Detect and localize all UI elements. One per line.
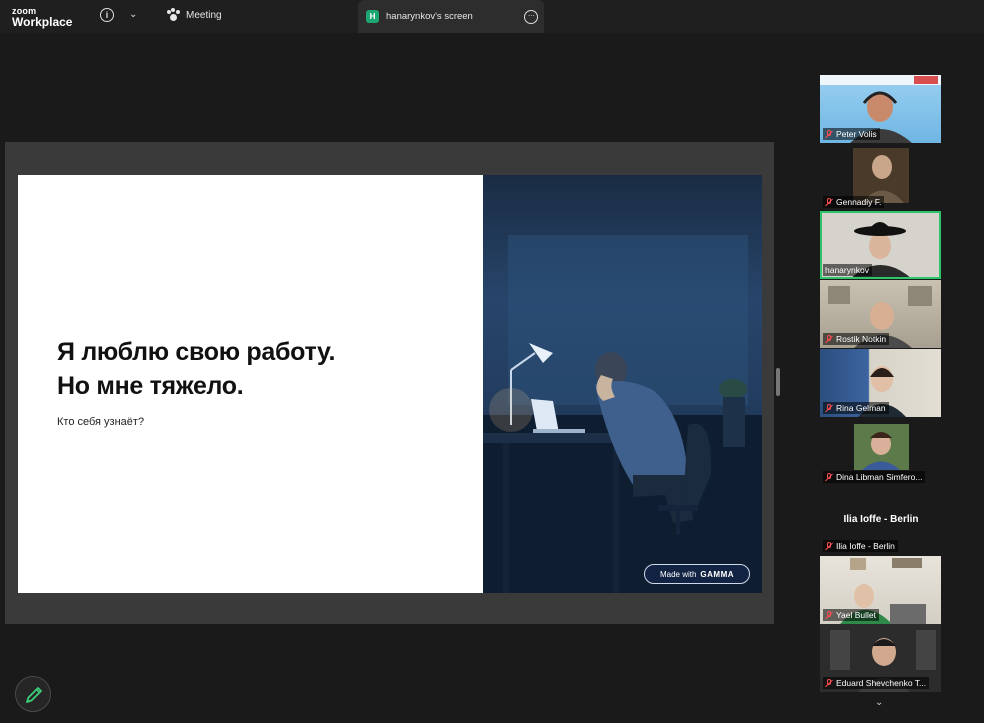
participant-name: Ilia Ioffe - Berlin [836,541,895,551]
chevron-down-icon[interactable]: ⌄ [875,697,883,708]
muted-mic-icon [825,129,833,139]
participant-tile[interactable]: Dina Libman Simfero... [820,418,941,486]
participant-name-tag: Ilia Ioffe - Berlin [823,540,898,552]
more-options-icon[interactable]: ··· [524,10,538,24]
muted-mic-icon [825,610,833,620]
meeting-tab[interactable]: Meeting [166,8,222,22]
presentation-slide: Я люблю свою работу. Но мне тяжело. Кто … [18,175,762,593]
top-bar: zoom Workplace i ⌄ Meeting H hanarynkov'… [0,0,984,33]
participant-name: Yael Bullet [836,610,877,620]
participant-name-tag: Peter Volis [823,128,880,140]
participant-name: Eduard Shevchenko T... [836,678,927,688]
participant-name-tag: hanarynkov [823,264,872,276]
participant-tile[interactable]: Peter Volis [820,75,941,143]
slide-text-block: Я люблю свою работу. Но мне тяжело. Кто … [57,335,335,428]
slide-headline: Я люблю свою работу. Но мне тяжело. [57,335,335,403]
muted-mic-icon [825,472,833,482]
zoom-workplace-logo: zoom Workplace [12,6,73,29]
participant-name: Rostik Notkin [836,334,887,344]
share-tab-label: hanarynkov's screen [386,11,473,22]
headline-line1: Я люблю свою работу. [57,338,336,366]
participant-tile[interactable]: Rina Gelman [820,349,941,417]
tired-worker-illustration [483,235,762,593]
participant-name: Gennadiy F. [836,197,882,207]
participant-tile[interactable]: Gennadiy F. [820,143,941,211]
muted-mic-icon [825,403,833,413]
participant-name-tag: Yael Bullet [823,609,880,621]
pencil-icon [26,687,42,703]
muted-mic-icon [825,541,833,551]
shared-screen[interactable]: Я люблю свою работу. Но мне тяжело. Кто … [5,142,774,624]
slide-photo: Made with GAMMA [483,175,762,593]
participant-name: Dina Libman Simfero... [836,472,923,482]
meeting-icon [166,8,180,22]
participant-name-tag: Dina Libman Simfero... [823,471,926,483]
share-badge: H [366,10,379,23]
badge-prefix: Made with [659,569,697,579]
chevron-down-icon[interactable]: ⌄ [129,9,137,20]
muted-mic-icon [825,334,833,344]
headline-line2: Но мне тяжело. [57,372,244,400]
muted-mic-icon [825,197,833,207]
participant-name: Rina Gelman [836,403,886,413]
made-with-gamma-badge[interactable]: Made with GAMMA [644,564,750,584]
participant-tile-no-video[interactable]: Ilia Ioffe - Berlin [820,487,941,555]
participant-name-tag: Gennadiy F. [823,196,885,208]
screen-share-tab[interactable]: H hanarynkov's screen ··· [358,0,544,33]
participant-tile[interactable]: Yael Bullet [820,556,941,624]
participant-tile-active[interactable]: hanarynkov [820,211,941,279]
participant-name-tag: Eduard Shevchenko T... [823,677,930,689]
muted-mic-icon [825,678,833,688]
meeting-label: Meeting [186,9,222,21]
participant-name-tag: Rina Gelman [823,402,889,414]
badge-brand: GAMMA [700,569,735,579]
info-icon[interactable]: i [100,8,114,22]
split-resize-handle[interactable] [776,368,780,396]
logo-line2: Workplace [12,15,73,29]
participant-name-tag: Rostik Notkin [823,333,890,345]
participant-tile[interactable]: Rostik Notkin [820,280,941,348]
participant-name: hanarynkov [825,265,869,275]
participant-tile[interactable]: Eduard Shevchenko T... [820,624,941,692]
participant-name: Peter Volis [836,129,877,139]
slide-subline: Кто себя узнаёт? [57,416,145,428]
annotate-button[interactable] [15,676,51,712]
